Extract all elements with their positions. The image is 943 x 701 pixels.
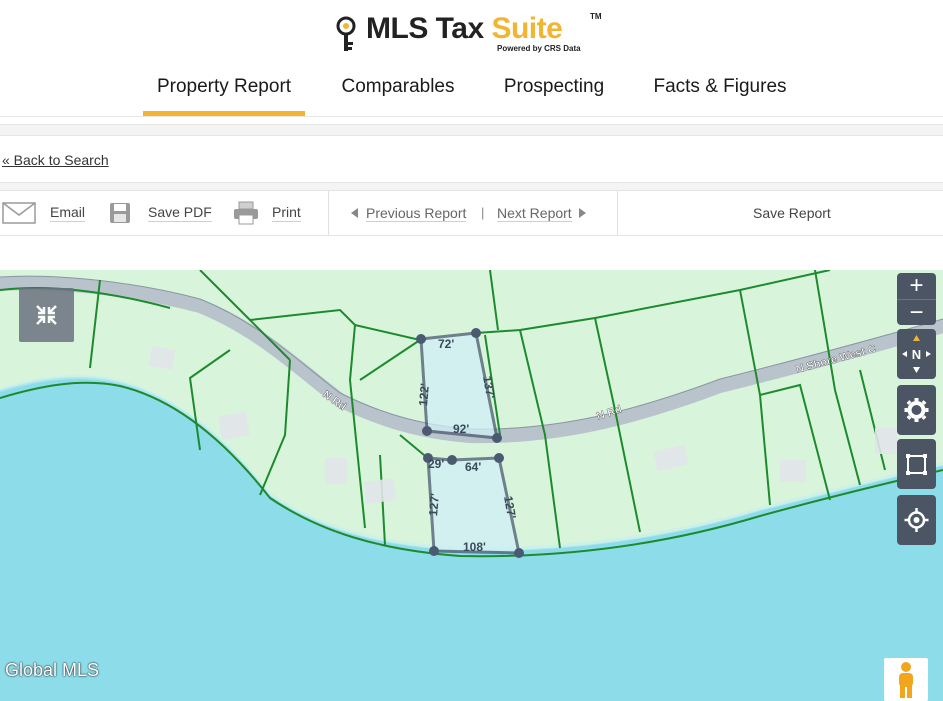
tab-comparables[interactable]: Comparables xyxy=(338,76,458,116)
zoom-in-button[interactable]: + xyxy=(897,273,936,299)
lower-lot-front-dim: 64' xyxy=(465,460,481,474)
tab-facts-figures[interactable]: Facts & Figures xyxy=(650,76,790,116)
street-view-button[interactable] xyxy=(884,658,928,701)
compass-icon: N xyxy=(902,335,931,373)
trademark-mark: TM xyxy=(590,12,602,21)
next-report-button[interactable]: Next Report xyxy=(497,191,586,235)
zoom-control: + − xyxy=(897,273,936,326)
collapse-icon xyxy=(36,305,57,325)
gear-icon xyxy=(904,398,929,422)
print-button[interactable]: Print xyxy=(233,191,301,235)
toolbar-divider xyxy=(328,191,329,235)
next-report-label: Next Report xyxy=(497,204,572,222)
locate-icon xyxy=(904,508,929,532)
pegman-icon xyxy=(899,662,913,698)
my-location-button[interactable] xyxy=(897,495,936,545)
compass-label: N xyxy=(912,347,921,362)
save-pdf-label: Save PDF xyxy=(148,204,212,222)
map-watermark: Global MLS xyxy=(5,660,100,680)
brand-header: MLS Tax Suite TM Powered by CRS Data xyxy=(0,10,943,58)
print-label: Print xyxy=(272,204,301,222)
email-button[interactable]: Email xyxy=(2,191,86,235)
envelope-icon xyxy=(2,202,36,224)
upper-lot-front-dim: 72' xyxy=(438,337,454,351)
caret-left-icon xyxy=(351,208,358,218)
tab-property-report[interactable]: Property Report xyxy=(143,76,305,116)
parcel-map[interactable]: 72' 122' 137' 92' 29' 64' 127' 127' 108'… xyxy=(0,270,943,701)
caret-right-icon xyxy=(578,208,586,218)
upper-lot-left-dim: 122' xyxy=(416,383,432,407)
save-report-label: Save Report xyxy=(753,205,831,221)
measure-icon xyxy=(906,454,927,475)
key-pin-icon xyxy=(336,16,356,51)
lower-lot-rear-dim: 108' xyxy=(463,540,486,554)
report-toolbar: Email Save PDF Print Previous Report | N… xyxy=(0,190,943,236)
previous-report-button[interactable]: Previous Report xyxy=(351,191,467,235)
nav-divider xyxy=(0,116,943,117)
main-nav: Property Report Comparables Prospecting … xyxy=(0,70,943,118)
brand-name-part2: Suite xyxy=(491,12,563,45)
report-nav-separator: | xyxy=(481,205,485,220)
lower-lot-corner-dim: 29' xyxy=(428,457,444,471)
email-label: Email xyxy=(50,204,86,222)
back-to-search-link[interactable]: « Back to Search xyxy=(2,152,109,168)
upper-lot-rear-dim: 92' xyxy=(453,422,469,436)
save-report-button[interactable]: Save Report xyxy=(753,191,831,235)
tab-prospecting[interactable]: Prospecting xyxy=(500,76,608,116)
lower-lot-left-dim: 127' xyxy=(426,493,442,517)
measure-button[interactable] xyxy=(897,439,936,489)
toolbar-divider xyxy=(617,191,618,235)
collapse-map-button[interactable] xyxy=(19,288,74,342)
save-pdf-button[interactable]: Save PDF xyxy=(109,191,212,235)
spacer-band xyxy=(0,238,943,260)
zoom-out-button[interactable]: − xyxy=(897,299,936,326)
brand-name-part1: MLS Tax xyxy=(366,12,492,45)
spacer-band xyxy=(0,124,943,136)
brand-logo[interactable]: MLS Tax Suite xyxy=(366,12,563,46)
map-settings-button[interactable] xyxy=(897,385,936,435)
compass-button[interactable]: N xyxy=(897,329,936,379)
previous-report-label: Previous Report xyxy=(366,204,467,222)
floppy-disk-icon xyxy=(110,203,130,223)
spacer-band xyxy=(0,182,943,190)
printer-icon xyxy=(234,201,258,225)
map-basemap[interactable]: 72' 122' 137' 92' 29' 64' 127' 127' 108'… xyxy=(0,270,943,701)
powered-by-text: Powered by CRS Data xyxy=(497,44,581,53)
